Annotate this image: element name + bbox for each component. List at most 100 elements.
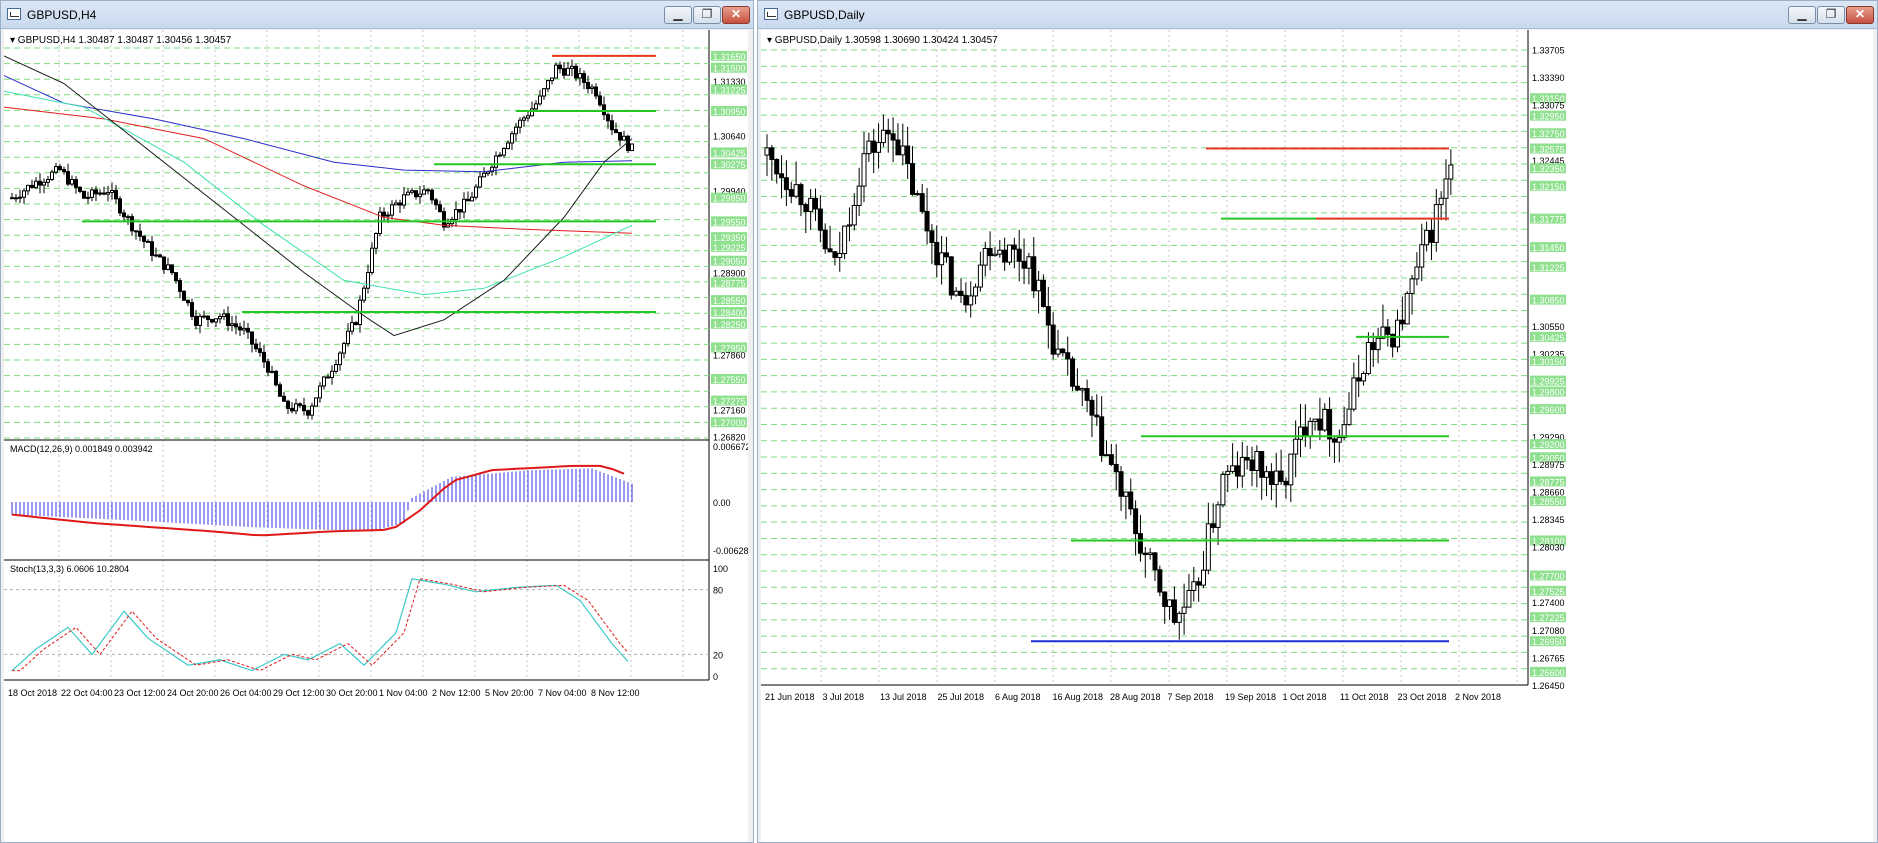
bear-candle [606,114,610,122]
bull-candle [977,264,983,288]
bull-candle [510,133,514,144]
bear-candle [162,256,166,270]
window-title: GBPUSD,Daily [784,8,865,22]
bear-candle [134,230,138,233]
bear-candle [1249,459,1255,471]
bear-candle [1133,508,1139,535]
bear-candle [963,294,969,306]
price-axis-label: 1.31225 [713,85,746,95]
bear-candle [779,173,785,179]
bull-candle [880,129,886,144]
bull-candle [538,95,542,105]
bear-candle [414,190,418,198]
price-axis-label: 1.28975 [1532,460,1565,470]
bear-candle [282,395,286,402]
title-bar[interactable]: GBPUSD,Daily ▁ ❐ ✕ [758,1,1877,29]
bull-candle [402,194,406,206]
bear-candle [1157,569,1163,593]
bear-candle [102,192,106,195]
bear-candle [813,197,818,210]
bear-candle [1428,229,1434,243]
bear-candle [306,410,310,416]
bear-candle [594,86,598,97]
bull-candle [534,103,538,110]
bull-candle [390,204,394,216]
price-axis-label: 1.31775 [1532,215,1565,225]
minimize-button[interactable]: ▁ [1788,6,1816,24]
minimize-button[interactable]: ▁ [664,6,692,24]
price-axis-label: 1.33075 [1532,101,1565,111]
bull-candle [1409,278,1415,294]
bear-candle [466,198,470,202]
price-axis-label: 1.27700 [1532,572,1565,582]
bear-candle [138,230,142,237]
bull-candle [214,318,218,323]
bull-candle [793,184,799,197]
bull-candle [502,148,506,156]
restore-button[interactable]: ❐ [693,6,721,24]
title-bar[interactable]: GBPUSD,H4 ▁ ❐ ✕ [1,1,753,29]
bear-candle [74,179,78,188]
bear-candle [1162,591,1168,607]
bull-candle [330,370,334,378]
stoch-axis-label: 0 [713,672,718,682]
bear-candle [210,318,214,323]
bull-candle [1215,504,1221,528]
stoch-axis-label: 20 [713,650,723,660]
bull-candle [270,370,274,373]
bull-candle [494,155,498,168]
bear-candle [582,73,586,83]
price-axis-label: 1.28345 [1532,515,1565,525]
bear-candle [94,189,98,195]
bull-candle [454,209,458,220]
time-axis-label: 6 Aug 2018 [995,692,1041,702]
h4-chart-canvas[interactable]: 1.316501.315001.313301.312251.309501.306… [4,30,748,842]
bear-candle [598,95,602,106]
bear-candle [1370,342,1376,351]
time-axis-label: 2 Nov 2018 [1455,692,1501,702]
bull-candle [470,196,474,202]
bear-candle [1331,438,1337,443]
bull-candle [861,153,867,187]
bear-candle [1031,256,1037,292]
bull-candle [1365,342,1371,375]
bear-candle [929,230,935,244]
price-axis-label: 1.32750 [1532,129,1565,139]
bull-candle [202,315,206,318]
bull-candle [518,119,522,128]
bear-candle [822,229,828,250]
bull-candle [314,397,318,407]
restore-button[interactable]: ❐ [1817,6,1845,24]
bear-candle [910,163,915,195]
bear-candle [1050,324,1056,355]
bear-candle [254,343,258,350]
bear-candle [158,254,162,258]
bear-candle [298,403,302,406]
bear-candle [1113,463,1119,473]
close-button[interactable]: ✕ [722,6,750,24]
bull-candle [1395,319,1400,348]
close-button[interactable]: ✕ [1846,6,1874,24]
daily-chart-canvas[interactable]: 1.337051.333901.331501.330751.329501.327… [761,30,1873,842]
bull-candle [630,143,634,152]
gbpusd-daily-window[interactable]: GBPUSD,Daily ▁ ❐ ✕ 1.33705 1.33390 1.33150… [757,0,1878,843]
bear-candle [174,272,178,282]
time-axis-label: 1 Oct 2018 [1283,692,1327,702]
bull-candle [837,253,843,258]
time-axis-label: 21 Jun 2018 [765,692,815,702]
time-axis-label: 30 Oct 20:00 [326,688,378,698]
bull-candle [338,352,342,366]
bear-candle [430,189,434,201]
bear-candle [788,189,794,197]
bear-candle [146,240,150,243]
stoch-axis-label: 100 [713,564,728,574]
bear-candle [1152,552,1158,571]
gbpusd-h4-window[interactable]: GBPUSD,H4 ▁ ❐ ✕ 1.31650 1.31500 1.31330 1.3… [0,0,754,843]
price-axis-label: 1.29350 [713,233,746,243]
bear-candle [262,351,266,363]
price-axis-label: 1.27160 [713,406,746,416]
price-axis-label: 1.33390 [1532,73,1565,83]
bear-candle [1302,426,1308,437]
price-axis-label: 1.30425 [1532,333,1565,343]
price-axis-label: 1.28660 [1532,487,1565,497]
